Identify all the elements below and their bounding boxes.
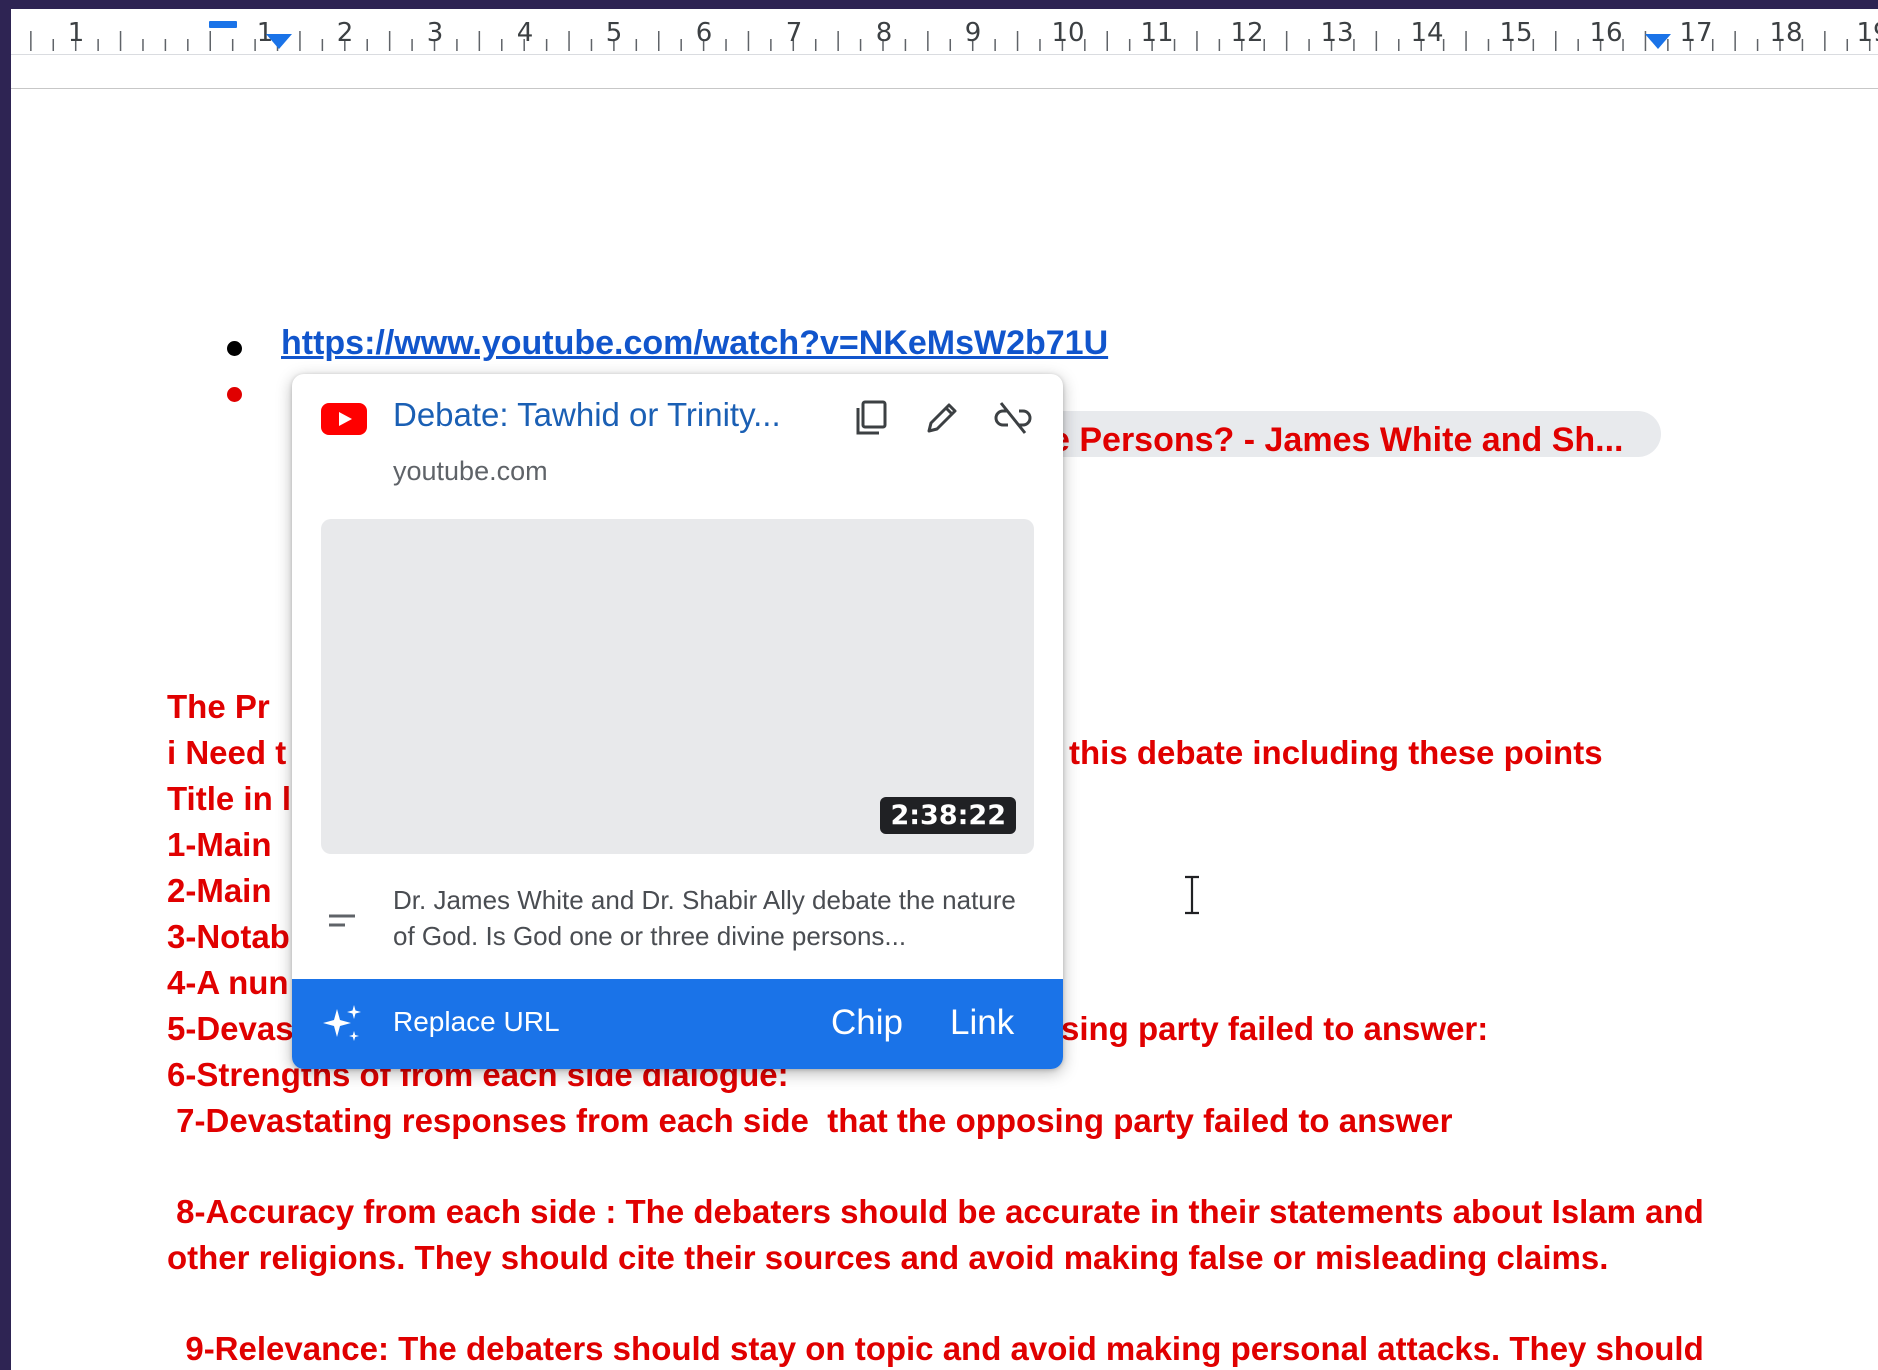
smart-chip-label[interactable]: e Persons? - James White and Sh... [1051, 421, 1624, 460]
link-preview-footer: Replace URL Chip Link [292, 979, 1063, 1069]
pencil-icon [927, 403, 957, 433]
copy-link-button[interactable] [849, 396, 893, 440]
doc-text-line: Title in l [167, 780, 292, 817]
doc-text-line: The Pr [167, 688, 270, 725]
doc-text-line: sing party failed to answer: [1061, 1010, 1489, 1047]
youtube-icon [321, 403, 367, 435]
copy-icon [856, 400, 887, 435]
remove-link-button[interactable] [991, 396, 1035, 440]
doc-text-line: 9-Relevance: The debaters should stay on… [167, 1330, 1704, 1367]
doc-text-line: 3-Notab [167, 918, 290, 955]
doc-text-line: 4-A nun [167, 964, 289, 1001]
text-cursor-icon [1185, 875, 1199, 915]
replace-url-button[interactable]: Replace URL [393, 1006, 560, 1038]
link-preview-title[interactable]: Debate: Tawhid or Trinity... [393, 396, 823, 434]
doc-text-line: 7-Devastating responses from each side t… [167, 1102, 1453, 1139]
link-preview-popup: Debate: Tawhid or Trinity... youtube.com… [292, 374, 1063, 1069]
doc-text-line: 2-Main [167, 872, 272, 909]
youtube-link[interactable]: https://www.youtube.com/watch?v=NKeMsW2b… [281, 324, 1108, 363]
doc-text-line: r this debate including these points [1047, 734, 1603, 771]
sparkle-icon [323, 1005, 361, 1041]
video-thumbnail[interactable]: 2:38:22 [321, 519, 1034, 854]
document-page: 1 1 2 3 4 5 6 7 8 9 10 11 12 13 14 15 16… [11, 9, 1878, 1370]
unlink-icon [994, 402, 1032, 434]
link-preview-domain: youtube.com [393, 456, 548, 486]
doc-text-line: 1-Main [167, 826, 272, 863]
video-duration-badge: 2:38:22 [880, 797, 1016, 834]
doc-text-line: 5-Devas [167, 1010, 294, 1047]
list-bullet [227, 341, 242, 356]
doc-text-line: 8-Accuracy from each side : The debaters… [167, 1193, 1704, 1230]
edit-link-button[interactable] [920, 396, 964, 440]
description-icon [329, 914, 355, 927]
list-bullet [227, 387, 242, 402]
link-button[interactable]: Link [950, 1003, 1014, 1043]
doc-text-line: i Need t [167, 734, 287, 771]
link-preview-description: Dr. James White and Dr. Shabir Ally deba… [393, 885, 1016, 951]
doc-text-line: other religions. They should cite their … [167, 1239, 1609, 1276]
chip-button[interactable]: Chip [831, 1003, 903, 1043]
